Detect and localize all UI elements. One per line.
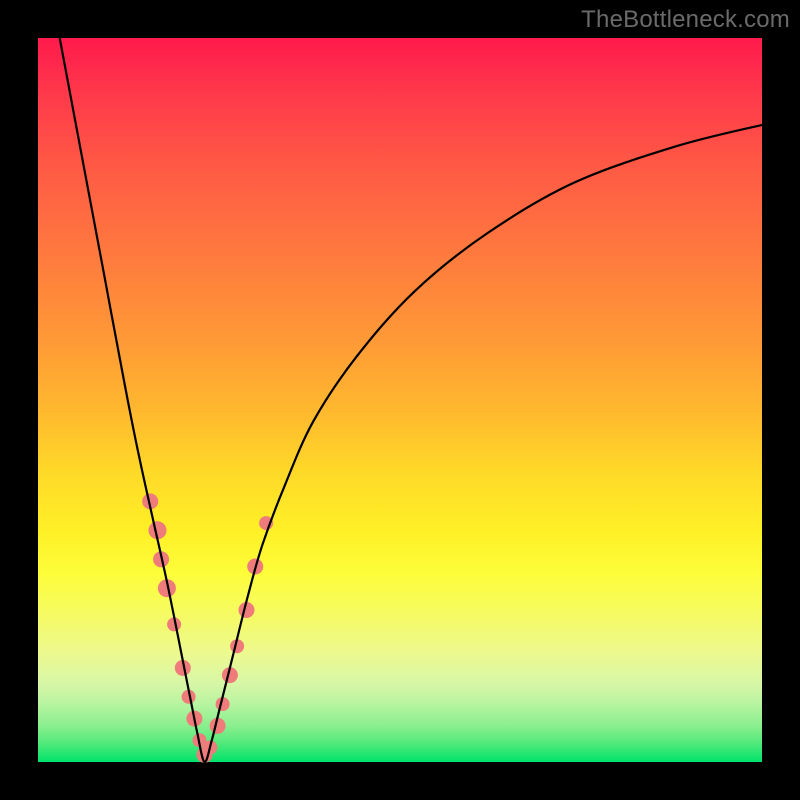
chart-overlay: [38, 38, 762, 762]
bottleneck-curve: [60, 38, 762, 762]
watermark-text: TheBottleneck.com: [581, 6, 790, 34]
marker-group: [142, 493, 273, 762]
outer-frame: TheBottleneck.com: [0, 0, 800, 800]
